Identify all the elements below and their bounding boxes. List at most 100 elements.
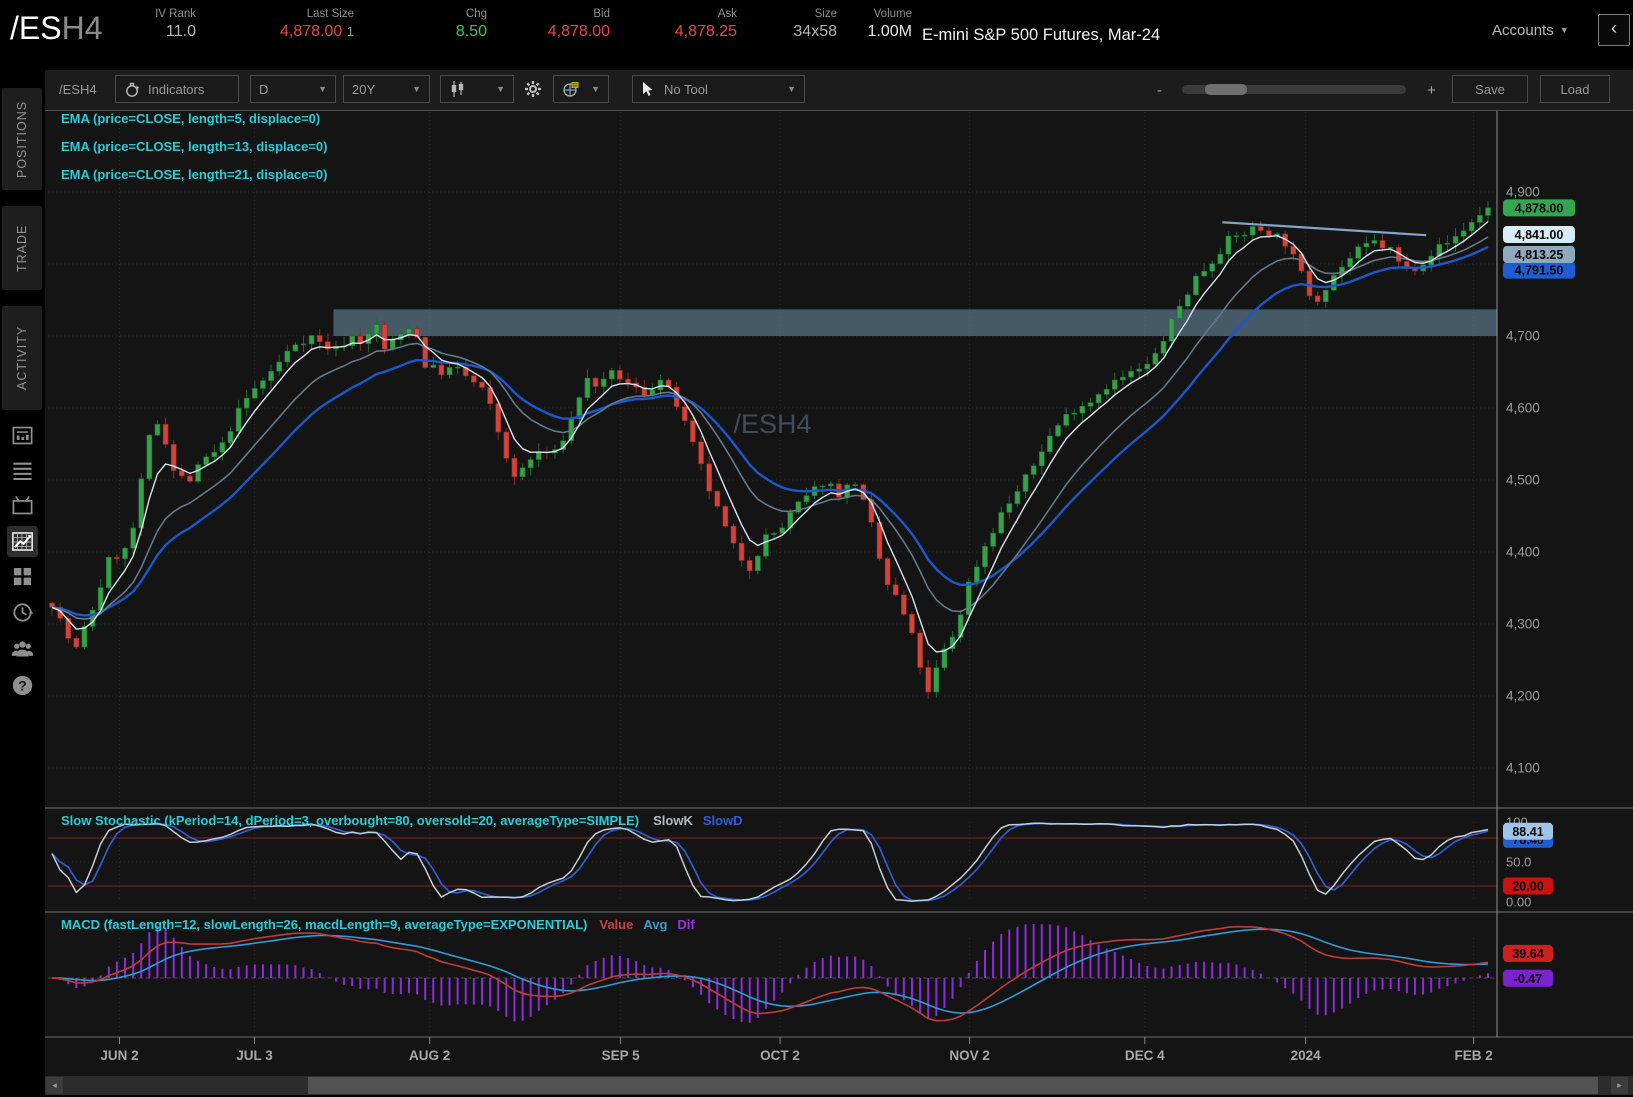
candle <box>471 375 477 383</box>
grid-icon[interactable] <box>10 564 35 589</box>
scroll-left-button[interactable]: ◂ <box>46 1077 63 1094</box>
quote-header: /ESH4 IV Rank 11.0 Last Size 4,878.00 1 … <box>0 0 1633 70</box>
svg-text:4,700: 4,700 <box>1506 329 1540 344</box>
svg-text:39.64: 39.64 <box>1512 947 1543 961</box>
slowk-bubble: 88.41 <box>1503 822 1553 840</box>
toolbar-symbol-label: /ESH4 <box>59 82 97 97</box>
candle <box>1477 215 1483 223</box>
left-rail: POSITIONS TRADE ACTIVITY ? <box>0 62 45 1097</box>
candle <box>1176 305 1183 319</box>
watchlist-icon[interactable] <box>10 458 35 483</box>
svg-text:2024: 2024 <box>1291 1048 1322 1063</box>
study-label-ema13[interactable]: EMA (price=CLOSE, length=13, displace=0) <box>61 139 327 154</box>
chart-toolbar: /ESH4 Indicators D ▼ 20Y ▼ ▼ ▼ No Tool ▼… <box>45 70 1633 111</box>
candle <box>1136 368 1142 372</box>
range-dropdown[interactable]: 20Y ▼ <box>343 75 430 103</box>
candle <box>284 350 291 363</box>
symbol-title: /ESH4 <box>10 10 103 46</box>
candle <box>755 555 761 571</box>
candle <box>276 361 282 372</box>
help-icon[interactable]: ? <box>10 673 35 698</box>
chart-type-dropdown[interactable]: ▼ <box>440 75 514 103</box>
candle <box>803 495 810 503</box>
candle <box>1128 371 1134 378</box>
candle <box>187 475 193 482</box>
candle <box>982 546 988 568</box>
candle <box>1233 235 1240 237</box>
candle <box>617 370 623 380</box>
study-label-ema21[interactable]: EMA (price=CLOSE, length=21, displace=0) <box>61 167 327 182</box>
candle <box>389 339 396 350</box>
candle <box>1071 412 1078 415</box>
sidebar-tab-positions[interactable]: POSITIONS <box>2 88 42 190</box>
time-scrollbar[interactable]: ◂ ▸ <box>45 1076 1633 1095</box>
drawing-tools-dropdown[interactable]: ▼ <box>553 75 609 103</box>
study-label-macd[interactable]: MACD (fastLength=12, slowLength=26, macd… <box>61 917 695 932</box>
svg-text:JUN 2: JUN 2 <box>100 1048 138 1063</box>
candle <box>446 367 453 376</box>
svg-text:4,791.50: 4,791.50 <box>1515 264 1564 278</box>
tv-icon[interactable] <box>10 493 35 518</box>
candle <box>519 467 526 477</box>
chevron-down-icon: ▼ <box>318 84 327 94</box>
gear-icon <box>525 81 541 97</box>
chevron-down-icon: ▼ <box>1559 25 1569 35</box>
active-tool-dropdown[interactable]: No Tool ▼ <box>632 75 805 103</box>
accounts-dropdown[interactable]: Accounts ▼ <box>1492 22 1569 39</box>
candle <box>1355 246 1361 259</box>
scrollbar-thumb[interactable] <box>308 1077 1598 1094</box>
timeframe-dropdown[interactable]: D ▼ <box>250 75 336 103</box>
candle <box>706 463 712 492</box>
sidebar-tab-activity[interactable]: ACTIVITY <box>2 306 42 410</box>
indicators-button[interactable]: Indicators <box>115 75 239 103</box>
load-button[interactable]: Load <box>1540 75 1610 103</box>
zoom-slider[interactable] <box>1182 84 1406 95</box>
candle <box>154 423 161 436</box>
charts-icon[interactable] <box>7 526 38 557</box>
candle <box>722 506 729 527</box>
candle <box>1103 388 1110 395</box>
svg-text:AUG 2: AUG 2 <box>409 1048 450 1063</box>
candle <box>657 379 664 391</box>
quotes-icon[interactable] <box>10 423 35 448</box>
candle <box>1030 465 1037 475</box>
resistance-zone[interactable] <box>333 309 1497 336</box>
candle <box>73 638 80 648</box>
candle <box>235 407 242 432</box>
candle <box>965 581 972 616</box>
candle <box>1112 379 1118 390</box>
candle <box>495 403 502 433</box>
zoom-in-button[interactable]: + <box>1427 82 1436 99</box>
study-label-ema5[interactable]: EMA (price=CLOSE, length=5, displace=0) <box>61 111 320 126</box>
field-bid: Bid 4,878.00 <box>547 8 610 40</box>
candle <box>1120 376 1126 381</box>
zoom-out-button[interactable]: - <box>1157 82 1162 99</box>
candle <box>625 378 631 384</box>
candle <box>430 364 437 368</box>
chart-canvas[interactable]: /ESH4 4,900 4,700 4,600 4,500 4,400 4,300 4,200… <box>0 0 1633 1097</box>
svg-text:4,878.00: 4,878.00 <box>1515 201 1564 215</box>
candle <box>1485 207 1491 216</box>
field-volume: Volume 1.00M <box>867 8 912 40</box>
svg-text:4,400: 4,400 <box>1506 545 1540 560</box>
collapse-panel-button[interactable]: ‹ <box>1598 14 1630 46</box>
svg-text:OCT 2: OCT 2 <box>760 1048 800 1063</box>
zoom-slider-thumb[interactable] <box>1205 84 1247 95</box>
community-icon[interactable] <box>10 636 35 661</box>
candle <box>884 558 891 586</box>
study-label-stochastic[interactable]: Slow Stochastic (kPeriod=14, dPeriod=3, … <box>61 813 743 828</box>
scroll-right-button[interactable]: ▸ <box>1611 1077 1628 1094</box>
candle <box>690 420 696 443</box>
history-icon[interactable] <box>10 600 35 625</box>
candle <box>933 667 940 693</box>
candle <box>600 378 607 387</box>
candle <box>260 380 266 389</box>
save-button[interactable]: Save <box>1452 75 1528 103</box>
sidebar-tab-trade[interactable]: TRADE <box>2 206 42 290</box>
candle <box>1038 451 1045 467</box>
candle <box>422 337 428 368</box>
svg-text:88.41: 88.41 <box>1512 825 1543 839</box>
chart-settings-button[interactable] <box>523 75 543 103</box>
svg-text:20.00: 20.00 <box>1512 880 1543 894</box>
candle <box>852 484 858 486</box>
